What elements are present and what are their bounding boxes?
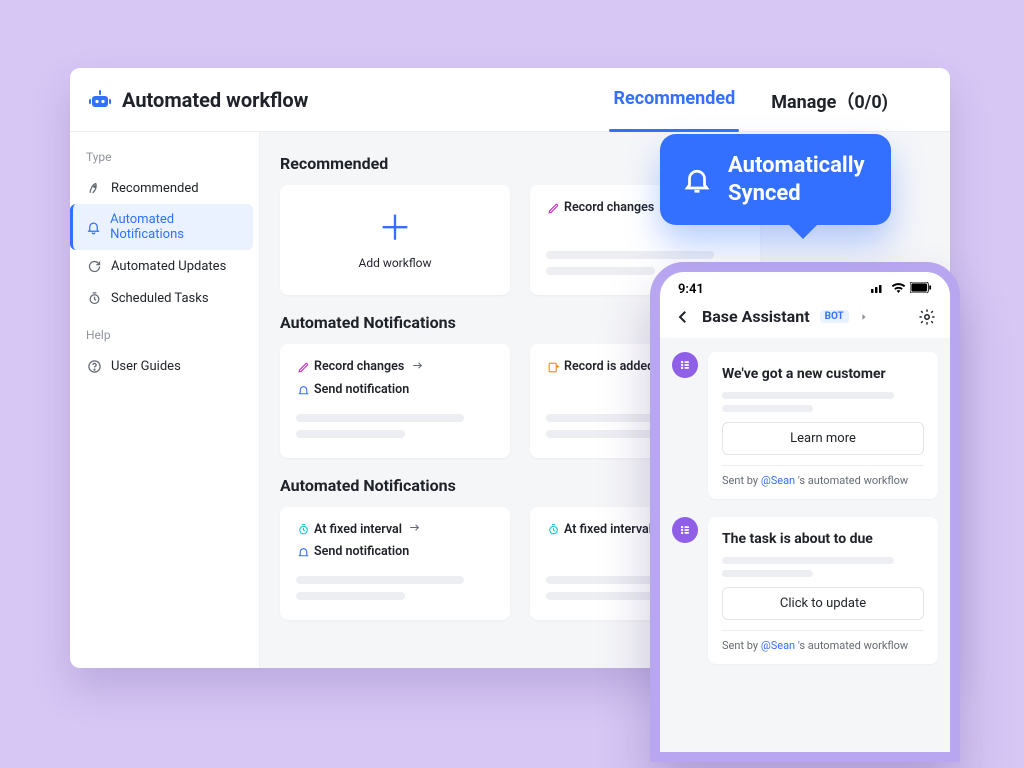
synced-callout: Automatically Synced bbox=[660, 134, 891, 225]
chat-header: Base Assistant BOT bbox=[660, 301, 950, 338]
bell-icon bbox=[682, 165, 712, 195]
tab-manage[interactable]: Manage（0/0) bbox=[767, 68, 892, 132]
window-header: Automated workflow Recommended Manage（0/… bbox=[70, 68, 950, 132]
chat-message: The task is about to due Click to update… bbox=[672, 517, 938, 664]
signal-icon bbox=[871, 282, 887, 297]
add-workflow-card[interactable]: ＋ Add workflow bbox=[280, 185, 510, 295]
message-title: The task is about to due bbox=[722, 531, 924, 547]
mention[interactable]: @Sean bbox=[761, 474, 795, 487]
clock-icon bbox=[86, 290, 102, 306]
action-label: Send notification bbox=[314, 381, 409, 400]
sidebar-item-label: Scheduled Tasks bbox=[111, 291, 209, 306]
learn-more-button[interactable]: Learn more bbox=[722, 422, 924, 455]
sidebar-item-label: User Guides bbox=[111, 359, 181, 374]
trigger-label: At fixed interval bbox=[314, 521, 402, 540]
arrow-right-icon bbox=[408, 521, 422, 535]
action-label: Send notification bbox=[314, 543, 409, 562]
click-to-update-button[interactable]: Click to update bbox=[722, 587, 924, 620]
edit-icon bbox=[296, 360, 310, 374]
message-title: We've got a new customer bbox=[722, 366, 924, 382]
refresh-icon bbox=[86, 258, 102, 274]
sidebar-item-automated-notifications[interactable]: Automated Notifications bbox=[70, 204, 253, 250]
card-skeleton bbox=[296, 414, 494, 446]
sidebar-item-user-guides[interactable]: User Guides bbox=[76, 350, 253, 382]
gear-icon[interactable] bbox=[918, 308, 936, 326]
sidebar-item-label: Automated Updates bbox=[111, 259, 226, 274]
message-footer: Sent by @Sean 's automated workflow bbox=[722, 474, 924, 487]
tab-recommended[interactable]: Recommended bbox=[609, 68, 739, 132]
mention[interactable]: @Sean bbox=[761, 639, 795, 652]
status-bar: 9:41 bbox=[660, 272, 950, 301]
sidebar-item-label: Automated Notifications bbox=[110, 212, 243, 242]
chat-body[interactable]: We've got a new customer Learn more Sent… bbox=[660, 338, 950, 758]
robot-icon bbox=[88, 88, 112, 112]
trigger-label: Record is added bbox=[564, 358, 654, 377]
callout-line2: Synced bbox=[728, 180, 865, 208]
phone-mockup: 9:41 Base Assistant BOT We've got a new … bbox=[650, 262, 960, 762]
bot-badge: BOT bbox=[820, 310, 849, 323]
workflow-card[interactable]: Record changes Send notification bbox=[280, 344, 510, 458]
message-footer: Sent by @Sean 's automated workflow bbox=[722, 639, 924, 652]
help-icon bbox=[86, 358, 102, 374]
rocket-icon bbox=[86, 180, 102, 196]
callout-line1: Automatically bbox=[728, 152, 865, 180]
workflow-card[interactable]: At fixed interval Send notification bbox=[280, 507, 510, 621]
chat-message: We've got a new customer Learn more Sent… bbox=[672, 352, 938, 499]
header-tabs: Recommended Manage（0/0) bbox=[609, 68, 892, 132]
trigger-label: Record changes bbox=[314, 358, 404, 377]
edit-icon bbox=[546, 201, 560, 215]
sidebar: Type Recommended Automated Notifications… bbox=[70, 132, 260, 668]
arrow-right-icon bbox=[410, 358, 424, 372]
clock-icon bbox=[546, 523, 560, 537]
bell-icon bbox=[86, 219, 101, 235]
sidebar-item-scheduled-tasks[interactable]: Scheduled Tasks bbox=[76, 282, 253, 314]
back-icon[interactable] bbox=[674, 308, 692, 326]
bell-icon bbox=[296, 383, 310, 397]
sidebar-section-type: Type bbox=[76, 146, 253, 172]
card-skeleton bbox=[296, 576, 494, 608]
bell-icon bbox=[296, 546, 310, 560]
window-title: Automated workflow bbox=[122, 88, 308, 112]
trigger-label: At fixed interval bbox=[564, 521, 652, 540]
chat-title: Base Assistant bbox=[702, 307, 810, 326]
wifi-icon bbox=[891, 282, 906, 297]
status-time: 9:41 bbox=[678, 282, 704, 297]
plus-icon: ＋ bbox=[378, 212, 412, 246]
sidebar-section-help: Help bbox=[76, 324, 253, 350]
record-add-icon bbox=[546, 360, 560, 374]
trigger-label: Record changes bbox=[564, 199, 654, 218]
avatar bbox=[672, 517, 698, 543]
clock-icon bbox=[296, 523, 310, 537]
sidebar-item-automated-updates[interactable]: Automated Updates bbox=[76, 250, 253, 282]
sidebar-item-recommended[interactable]: Recommended bbox=[76, 172, 253, 204]
add-workflow-label: Add workflow bbox=[358, 256, 431, 270]
chevron-right-icon[interactable] bbox=[859, 307, 869, 326]
battery-icon bbox=[910, 282, 932, 297]
avatar bbox=[672, 352, 698, 378]
sidebar-item-label: Recommended bbox=[111, 181, 199, 196]
